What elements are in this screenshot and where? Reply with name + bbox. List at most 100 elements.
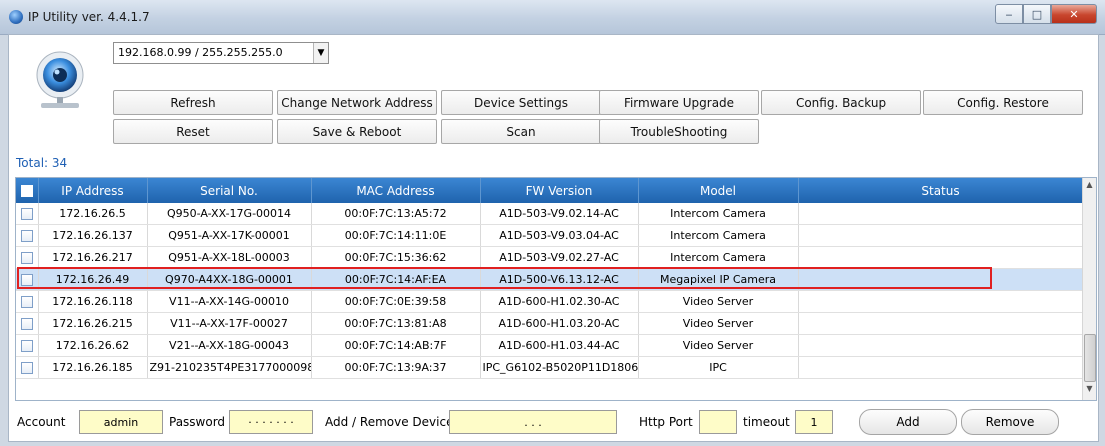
- scroll-down-icon[interactable]: ▼: [1083, 384, 1096, 398]
- row-checkbox[interactable]: [20, 318, 33, 330]
- http-port-input[interactable]: [699, 410, 737, 434]
- timeout-label: timeout: [743, 415, 790, 429]
- main-panel: 192.168.0.99 / 255.255.255.0 ▼ Refresh C…: [8, 34, 1099, 442]
- column-header[interactable]: Serial No.: [147, 178, 312, 203]
- account-input[interactable]: admin: [79, 410, 163, 434]
- config-backup-button[interactable]: Config. Backup: [761, 90, 921, 115]
- ip-cell: 172.16.26.185: [38, 356, 148, 379]
- fw-cell: IPC_G6102-B5020P11D1806...: [480, 356, 639, 379]
- row-select-cell[interactable]: [16, 268, 39, 291]
- table-row[interactable]: 172.16.26.185 Z91-210235T4PE3177000098 0…: [16, 356, 1084, 379]
- row-select-cell[interactable]: [16, 203, 39, 225]
- row-checkbox[interactable]: [20, 340, 33, 352]
- minimize-icon[interactable]: ‒: [995, 4, 1023, 24]
- refresh-button[interactable]: Refresh: [113, 90, 273, 115]
- ip-cell: 172.16.26.49: [38, 268, 148, 291]
- row-select-cell[interactable]: [16, 246, 39, 269]
- network-select[interactable]: 192.168.0.99 / 255.255.255.0 ▼: [113, 42, 329, 64]
- model-cell: Intercom Camera: [638, 203, 799, 225]
- chevron-down-icon[interactable]: ▼: [313, 43, 328, 63]
- column-header[interactable]: IP Address: [38, 178, 148, 203]
- device-table: IP Address Serial No. MAC Address FW Ver…: [15, 177, 1097, 401]
- model-cell: Video Server: [638, 334, 799, 357]
- select-all-header[interactable]: [16, 178, 39, 203]
- ip-cell: 172.16.26.137: [38, 224, 148, 247]
- window-title: IP Utility ver. 4.4.1.7: [28, 10, 150, 24]
- model-cell: Video Server: [638, 312, 799, 335]
- status-cell: [798, 203, 1084, 225]
- table-row[interactable]: 172.16.26.217 Q951-A-XX-18L-00003 00:0F:…: [16, 246, 1084, 269]
- row-select-cell[interactable]: [16, 312, 39, 335]
- status-cell: [798, 290, 1084, 313]
- table-row-selected[interactable]: 172.16.26.49 Q970-A4XX-18G-00001 00:0F:7…: [16, 268, 1084, 291]
- config-restore-button[interactable]: Config. Restore: [923, 90, 1083, 115]
- fw-cell: A1D-503-V9.03.04-AC: [480, 224, 639, 247]
- row-checkbox[interactable]: [20, 230, 33, 242]
- row-checkbox[interactable]: [20, 296, 33, 308]
- close-icon[interactable]: ✕: [1051, 4, 1097, 24]
- scroll-up-icon[interactable]: ▲: [1083, 180, 1096, 194]
- row-checkbox[interactable]: [20, 208, 33, 220]
- device-credentials-bar: Account admin Password · · · · · · · Add…: [9, 401, 1098, 441]
- row-select-cell[interactable]: [16, 224, 39, 247]
- device-settings-button[interactable]: Device Settings: [441, 90, 601, 115]
- column-header[interactable]: Status: [798, 178, 1084, 203]
- mac-cell: 00:0F:7C:14:AB:7F: [311, 334, 481, 357]
- table-row[interactable]: 172.16.26.215 V11--A-XX-17F-00027 00:0F:…: [16, 312, 1084, 335]
- save-reboot-button[interactable]: Save & Reboot: [277, 119, 437, 144]
- maximize-icon[interactable]: □: [1023, 4, 1051, 24]
- fw-cell: A1D-600-H1.03.44-AC: [480, 334, 639, 357]
- table-row[interactable]: 172.16.26.118 V11--A-XX-14G-00010 00:0F:…: [16, 290, 1084, 313]
- ip-cell: 172.16.26.5: [38, 203, 148, 225]
- remove-device-button[interactable]: Remove: [961, 409, 1059, 435]
- fw-cell: A1D-503-V9.02.14-AC: [480, 203, 639, 225]
- column-header[interactable]: Model: [638, 178, 799, 203]
- column-header[interactable]: MAC Address: [311, 178, 481, 203]
- reset-button[interactable]: Reset: [113, 119, 273, 144]
- model-cell: IPC: [638, 356, 799, 379]
- model-cell: Intercom Camera: [638, 246, 799, 269]
- mac-cell: 00:0F:7C:13:A5:72: [311, 203, 481, 225]
- timeout-input[interactable]: 1: [795, 410, 833, 434]
- serial-cell: Q950-A-XX-17G-00014: [147, 203, 312, 225]
- column-header[interactable]: FW Version: [480, 178, 639, 203]
- row-checkbox[interactable]: [20, 252, 33, 264]
- status-cell: [798, 268, 1084, 291]
- table-scrollbar[interactable]: ▲ ▼: [1082, 178, 1096, 400]
- device-total: Total: 34: [16, 156, 68, 170]
- row-select-cell[interactable]: [16, 334, 39, 357]
- device-ip-input[interactable]: . . .: [449, 410, 617, 434]
- account-label: Account: [17, 415, 66, 429]
- ip-cell: 172.16.26.217: [38, 246, 148, 269]
- scan-button[interactable]: Scan: [441, 119, 601, 144]
- row-select-cell[interactable]: [16, 356, 39, 379]
- status-cell: [798, 246, 1084, 269]
- status-cell: [798, 312, 1084, 335]
- fw-cell: A1D-600-H1.02.30-AC: [480, 290, 639, 313]
- password-label: Password: [169, 415, 226, 429]
- serial-cell: Q951-A-XX-18L-00003: [147, 246, 312, 269]
- add-device-button[interactable]: Add: [859, 409, 957, 435]
- fw-cell: A1D-500-V6.13.12-AC: [480, 268, 639, 291]
- firmware-upgrade-button[interactable]: Firmware Upgrade: [599, 90, 759, 115]
- mac-cell: 00:0F:7C:0E:39:58: [311, 290, 481, 313]
- table-row[interactable]: 172.16.26.137 Q951-A-XX-17K-00001 00:0F:…: [16, 224, 1084, 247]
- select-all-checkbox[interactable]: [20, 185, 33, 197]
- mac-cell: 00:0F:7C:15:36:62: [311, 246, 481, 269]
- mac-cell: 00:0F:7C:14:11:0E: [311, 224, 481, 247]
- troubleshooting-button[interactable]: TroubleShooting: [599, 119, 759, 144]
- table-header-row: IP Address Serial No. MAC Address FW Ver…: [16, 178, 1084, 203]
- app-icon: [9, 10, 23, 24]
- row-checkbox[interactable]: [20, 362, 33, 374]
- scrollbar-thumb[interactable]: [1084, 334, 1096, 382]
- password-input[interactable]: · · · · · · ·: [229, 410, 313, 434]
- title-bar: IP Utility ver. 4.4.1.7 ‒ □ ✕: [0, 0, 1105, 35]
- table-row[interactable]: 172.16.26.62 V21--A-XX-18G-00043 00:0F:7…: [16, 334, 1084, 357]
- table-row[interactable]: 172.16.26.5 Q950-A-XX-17G-00014 00:0F:7C…: [16, 203, 1084, 225]
- row-checkbox[interactable]: [20, 274, 33, 286]
- change-network-address-button[interactable]: Change Network Address: [277, 90, 437, 115]
- serial-cell: Q970-A4XX-18G-00001: [147, 268, 312, 291]
- row-select-cell[interactable]: [16, 290, 39, 313]
- model-cell: Megapixel IP Camera: [638, 268, 799, 291]
- ip-cell: 172.16.26.62: [38, 334, 148, 357]
